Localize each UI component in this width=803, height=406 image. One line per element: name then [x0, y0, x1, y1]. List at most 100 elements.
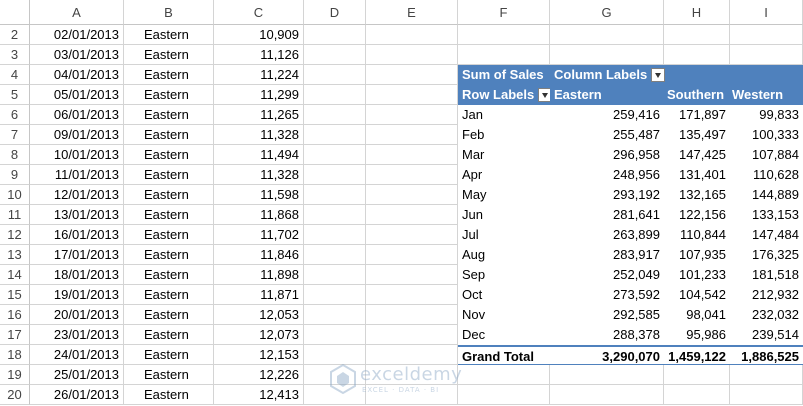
- pivot-value-cell[interactable]: 95,986: [664, 325, 730, 345]
- empty-cell[interactable]: [730, 365, 803, 385]
- date-cell[interactable]: 06/01/2013: [30, 105, 124, 125]
- pivot-col-header[interactable]: Western: [730, 85, 803, 105]
- empty-cell[interactable]: [366, 65, 458, 85]
- empty-cell[interactable]: [730, 45, 803, 65]
- pivot-row-label[interactable]: Jul: [458, 225, 550, 245]
- region-cell[interactable]: Eastern: [124, 245, 214, 265]
- region-cell[interactable]: Eastern: [124, 265, 214, 285]
- pivot-value-cell[interactable]: 273,592: [550, 285, 664, 305]
- column-header-e[interactable]: E: [366, 0, 458, 25]
- empty-cell[interactable]: [664, 365, 730, 385]
- pivot-value-cell[interactable]: 248,956: [550, 165, 664, 185]
- row-number[interactable]: 4: [0, 65, 30, 85]
- sales-cell[interactable]: 12,073: [214, 325, 304, 345]
- region-cell[interactable]: Eastern: [124, 185, 214, 205]
- sales-cell[interactable]: 11,126: [214, 45, 304, 65]
- empty-cell[interactable]: [304, 185, 366, 205]
- column-header-f[interactable]: F: [458, 0, 550, 25]
- empty-cell[interactable]: [366, 205, 458, 225]
- row-number[interactable]: 13: [0, 245, 30, 265]
- select-all-corner[interactable]: [0, 0, 30, 25]
- empty-cell[interactable]: [366, 125, 458, 145]
- sales-cell[interactable]: 11,328: [214, 125, 304, 145]
- pivot-value-cell[interactable]: 133,153: [730, 205, 803, 225]
- pivot-grand-total-value[interactable]: 1,459,122: [664, 345, 730, 365]
- region-cell[interactable]: Eastern: [124, 385, 214, 405]
- pivot-value-cell[interactable]: 107,935: [664, 245, 730, 265]
- pivot-row-label[interactable]: Sep: [458, 265, 550, 285]
- pivot-value-cell[interactable]: 232,032: [730, 305, 803, 325]
- date-cell[interactable]: 17/01/2013: [30, 245, 124, 265]
- region-cell[interactable]: Eastern: [124, 205, 214, 225]
- date-cell[interactable]: 16/01/2013: [30, 225, 124, 245]
- pivot-value-cell[interactable]: 255,487: [550, 125, 664, 145]
- date-cell[interactable]: 25/01/2013: [30, 365, 124, 385]
- pivot-row-label[interactable]: Feb: [458, 125, 550, 145]
- pivot-grand-total-value[interactable]: 3,290,070: [550, 345, 664, 365]
- empty-cell[interactable]: [304, 85, 366, 105]
- pivot-value-cell[interactable]: 239,514: [730, 325, 803, 345]
- sales-cell[interactable]: 12,053: [214, 305, 304, 325]
- empty-cell[interactable]: [366, 245, 458, 265]
- row-number[interactable]: 9: [0, 165, 30, 185]
- empty-cell[interactable]: [664, 25, 730, 45]
- empty-cell[interactable]: [366, 325, 458, 345]
- region-cell[interactable]: Eastern: [124, 285, 214, 305]
- column-header-i[interactable]: I: [730, 0, 803, 25]
- pivot-value-cell[interactable]: 259,416: [550, 105, 664, 125]
- empty-cell[interactable]: [730, 25, 803, 45]
- pivot-row-label[interactable]: Dec: [458, 325, 550, 345]
- empty-cell[interactable]: [366, 85, 458, 105]
- pivot-value-cell[interactable]: 110,628: [730, 165, 803, 185]
- empty-cell[interactable]: [304, 105, 366, 125]
- date-cell[interactable]: 24/01/2013: [30, 345, 124, 365]
- date-cell[interactable]: 09/01/2013: [30, 125, 124, 145]
- empty-cell[interactable]: [366, 225, 458, 245]
- region-cell[interactable]: Eastern: [124, 65, 214, 85]
- pivot-grand-total-value[interactable]: 1,886,525: [730, 345, 803, 365]
- row-number[interactable]: 16: [0, 305, 30, 325]
- empty-cell[interactable]: [550, 45, 664, 65]
- pivot-value-cell[interactable]: 263,899: [550, 225, 664, 245]
- sales-cell[interactable]: 11,898: [214, 265, 304, 285]
- row-number[interactable]: 8: [0, 145, 30, 165]
- pivot-value-cell[interactable]: 104,542: [664, 285, 730, 305]
- column-header-b[interactable]: B: [124, 0, 214, 25]
- sales-cell[interactable]: 11,494: [214, 145, 304, 165]
- date-cell[interactable]: 05/01/2013: [30, 85, 124, 105]
- empty-cell[interactable]: [304, 225, 366, 245]
- pivot-value-cell[interactable]: 101,233: [664, 265, 730, 285]
- row-number[interactable]: 7: [0, 125, 30, 145]
- sales-cell[interactable]: 12,413: [214, 385, 304, 405]
- empty-cell[interactable]: [366, 105, 458, 125]
- pivot-value-cell[interactable]: 135,497: [664, 125, 730, 145]
- pivot-value-cell[interactable]: 283,917: [550, 245, 664, 265]
- region-cell[interactable]: Eastern: [124, 345, 214, 365]
- empty-cell[interactable]: [366, 45, 458, 65]
- empty-cell[interactable]: [550, 25, 664, 45]
- empty-cell[interactable]: [304, 305, 366, 325]
- date-cell[interactable]: 04/01/2013: [30, 65, 124, 85]
- region-cell[interactable]: Eastern: [124, 45, 214, 65]
- pivot-value-cell[interactable]: 100,333: [730, 125, 803, 145]
- empty-cell[interactable]: [550, 385, 664, 405]
- pivot-value-cell[interactable]: 98,041: [664, 305, 730, 325]
- region-cell[interactable]: Eastern: [124, 145, 214, 165]
- pivot-value-cell[interactable]: 292,585: [550, 305, 664, 325]
- empty-cell[interactable]: [550, 365, 664, 385]
- sales-cell[interactable]: 11,598: [214, 185, 304, 205]
- sales-cell[interactable]: 12,226: [214, 365, 304, 385]
- row-number[interactable]: 19: [0, 365, 30, 385]
- empty-cell[interactable]: [458, 45, 550, 65]
- pivot-row-label[interactable]: Apr: [458, 165, 550, 185]
- column-header-a[interactable]: A: [30, 0, 124, 25]
- pivot-value-cell[interactable]: 107,884: [730, 145, 803, 165]
- pivot-row-label[interactable]: Jan: [458, 105, 550, 125]
- empty-cell[interactable]: [366, 165, 458, 185]
- row-number[interactable]: 12: [0, 225, 30, 245]
- empty-cell[interactable]: [304, 125, 366, 145]
- column-header-d[interactable]: D: [304, 0, 366, 25]
- date-cell[interactable]: 02/01/2013: [30, 25, 124, 45]
- row-filter-dropdown-icon[interactable]: [538, 87, 550, 102]
- pivot-value-cell[interactable]: 131,401: [664, 165, 730, 185]
